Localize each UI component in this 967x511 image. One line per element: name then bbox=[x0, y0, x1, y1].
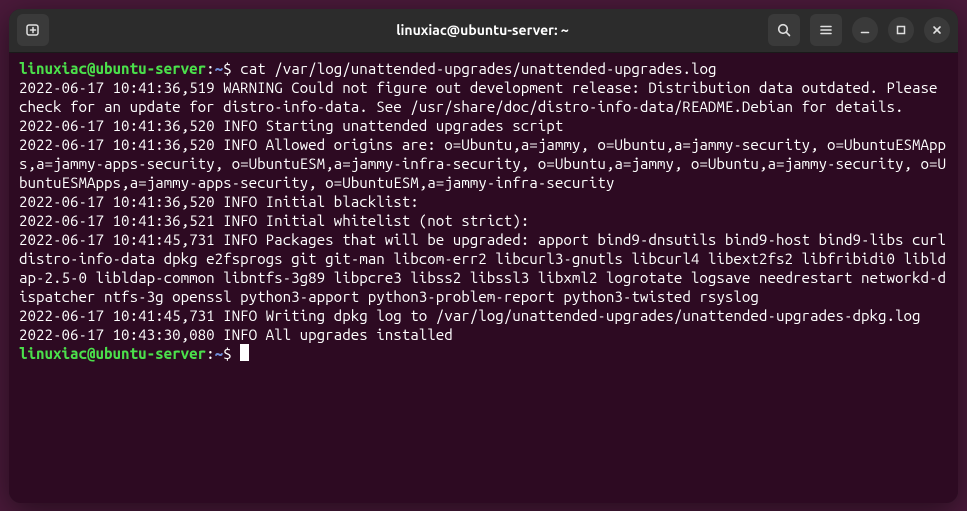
prompt-user-host: linuxiac@ubuntu-server bbox=[19, 60, 206, 77]
search-button[interactable] bbox=[768, 14, 800, 46]
search-icon bbox=[776, 22, 792, 38]
menu-button[interactable] bbox=[810, 14, 842, 46]
maximize-icon bbox=[894, 23, 908, 37]
prompt-path-2: ~ bbox=[215, 345, 224, 362]
hamburger-icon bbox=[818, 22, 834, 38]
titlebar-right-controls bbox=[768, 14, 950, 46]
new-tab-button[interactable] bbox=[17, 14, 49, 46]
prompt-dollar: $ bbox=[223, 60, 232, 77]
prompt-separator: : bbox=[206, 60, 215, 77]
cursor bbox=[240, 344, 249, 361]
minimize-button[interactable] bbox=[852, 17, 878, 43]
titlebar: linuxiac@ubuntu-server: ~ bbox=[9, 9, 958, 53]
command-text bbox=[232, 60, 241, 77]
log-output: 2022-06-17 10:41:36,519 WARNING Could no… bbox=[19, 79, 955, 343]
maximize-button[interactable] bbox=[888, 17, 914, 43]
prompt-user-host-2: linuxiac@ubuntu-server bbox=[19, 345, 206, 362]
close-icon bbox=[930, 23, 944, 37]
titlebar-left-controls bbox=[17, 14, 197, 46]
terminal-window: linuxiac@ubuntu-server: ~ bbox=[9, 9, 958, 503]
terminal-output[interactable]: linuxiac@ubuntu-server:~$ cat /var/log/u… bbox=[9, 53, 958, 503]
prompt-dollar-2: $ bbox=[223, 345, 232, 362]
minimize-icon bbox=[858, 23, 872, 37]
command: cat /var/log/unattended-upgrades/unatten… bbox=[240, 60, 716, 77]
close-button[interactable] bbox=[924, 17, 950, 43]
prompt-separator-2: : bbox=[206, 345, 215, 362]
window-title: linuxiac@ubuntu-server: ~ bbox=[197, 22, 768, 38]
prompt-path: ~ bbox=[215, 60, 224, 77]
new-tab-icon bbox=[25, 22, 41, 38]
